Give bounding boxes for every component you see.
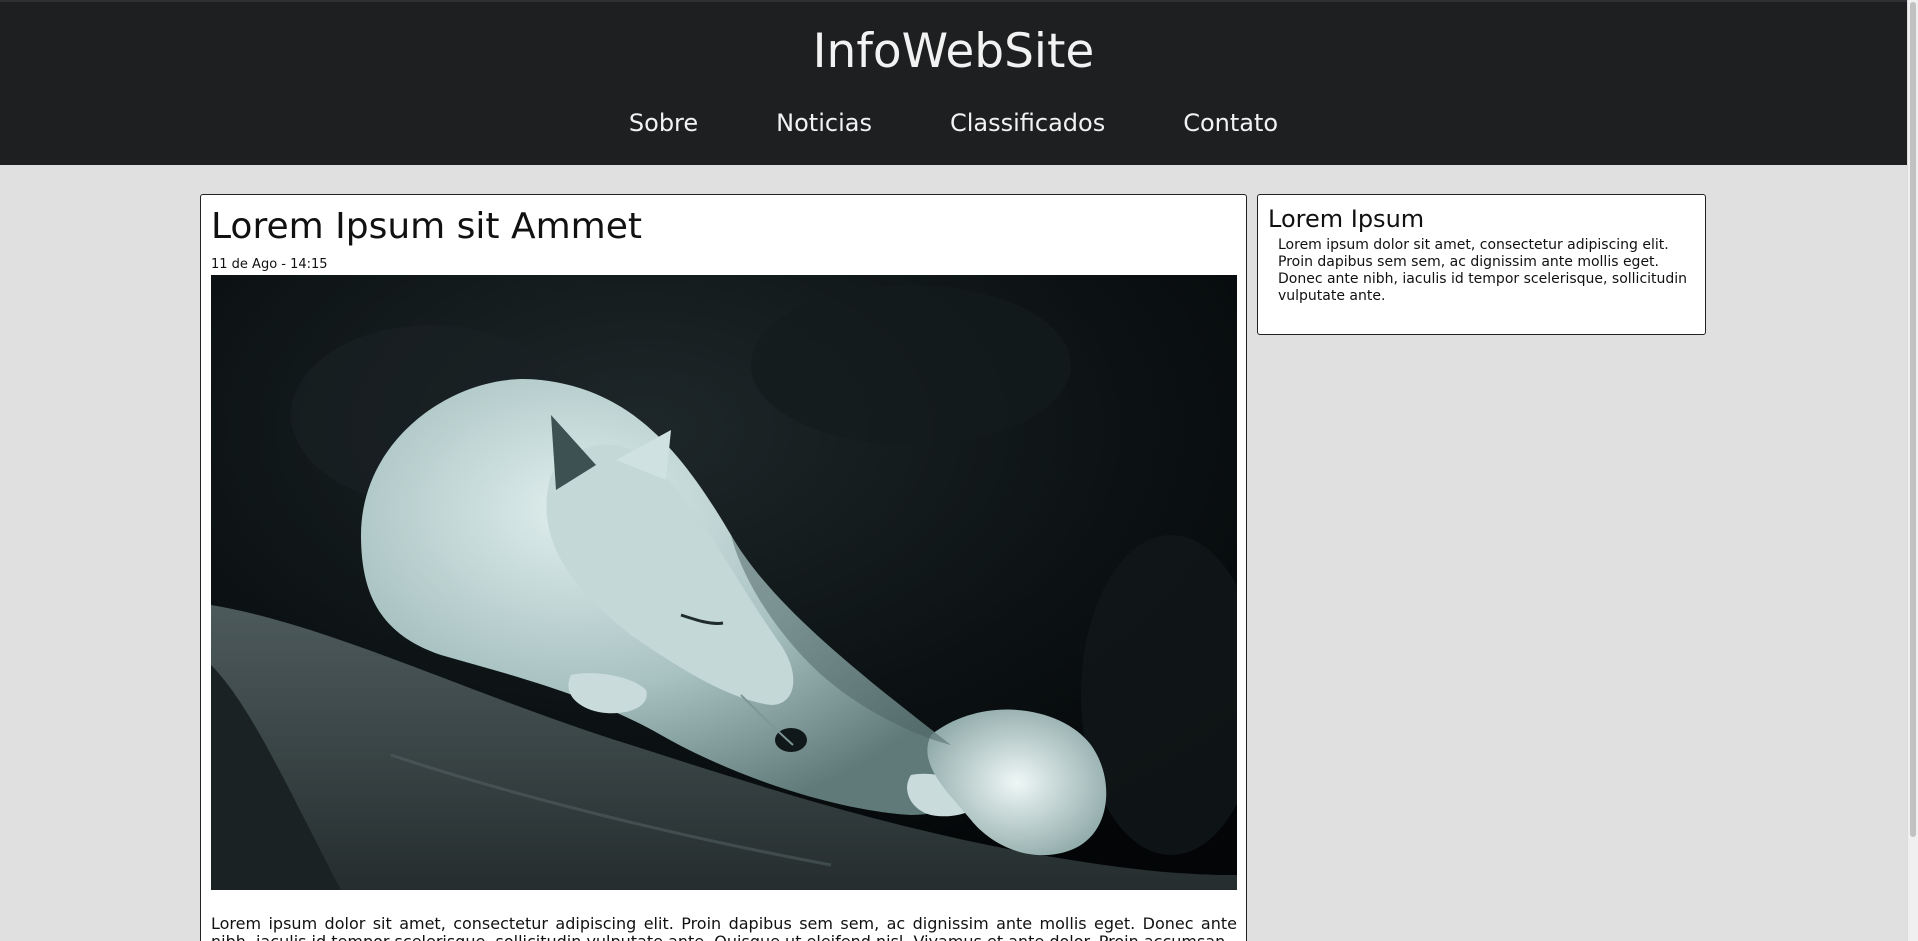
nav-link-noticias[interactable]: Noticias: [776, 106, 872, 140]
scrollbar-thumb[interactable]: [1910, 2, 1916, 837]
site-title[interactable]: InfoWebSite: [0, 24, 1907, 80]
nav-link-contato[interactable]: Contato: [1183, 106, 1278, 140]
article-date: 11 de Ago - 14:15: [211, 257, 328, 272]
sidebar-text: Lorem ipsum dolor sit amet, consectetur …: [1278, 237, 1688, 304]
site-header: InfoWebSite Sobre Noticias Classificados…: [0, 0, 1907, 165]
article-body: Lorem ipsum dolor sit amet, consectetur …: [211, 914, 1237, 941]
page: InfoWebSite Sobre Noticias Classificados…: [0, 0, 1918, 941]
vertical-scrollbar[interactable]: [1907, 0, 1918, 941]
article-image-wolf: [211, 275, 1237, 890]
nav-link-sobre[interactable]: Sobre: [629, 106, 698, 140]
article-title: Lorem Ipsum sit Ammet: [211, 206, 643, 247]
main-nav: Sobre Noticias Classificados Contato: [0, 106, 1907, 140]
sidebar-card: Lorem Ipsum Lorem ipsum dolor sit amet, …: [1257, 194, 1706, 335]
article-card: Lorem Ipsum sit Ammet 11 de Ago - 14:15: [200, 194, 1247, 941]
nav-link-classificados[interactable]: Classificados: [950, 106, 1105, 140]
sidebar-title: Lorem Ipsum: [1268, 205, 1425, 233]
